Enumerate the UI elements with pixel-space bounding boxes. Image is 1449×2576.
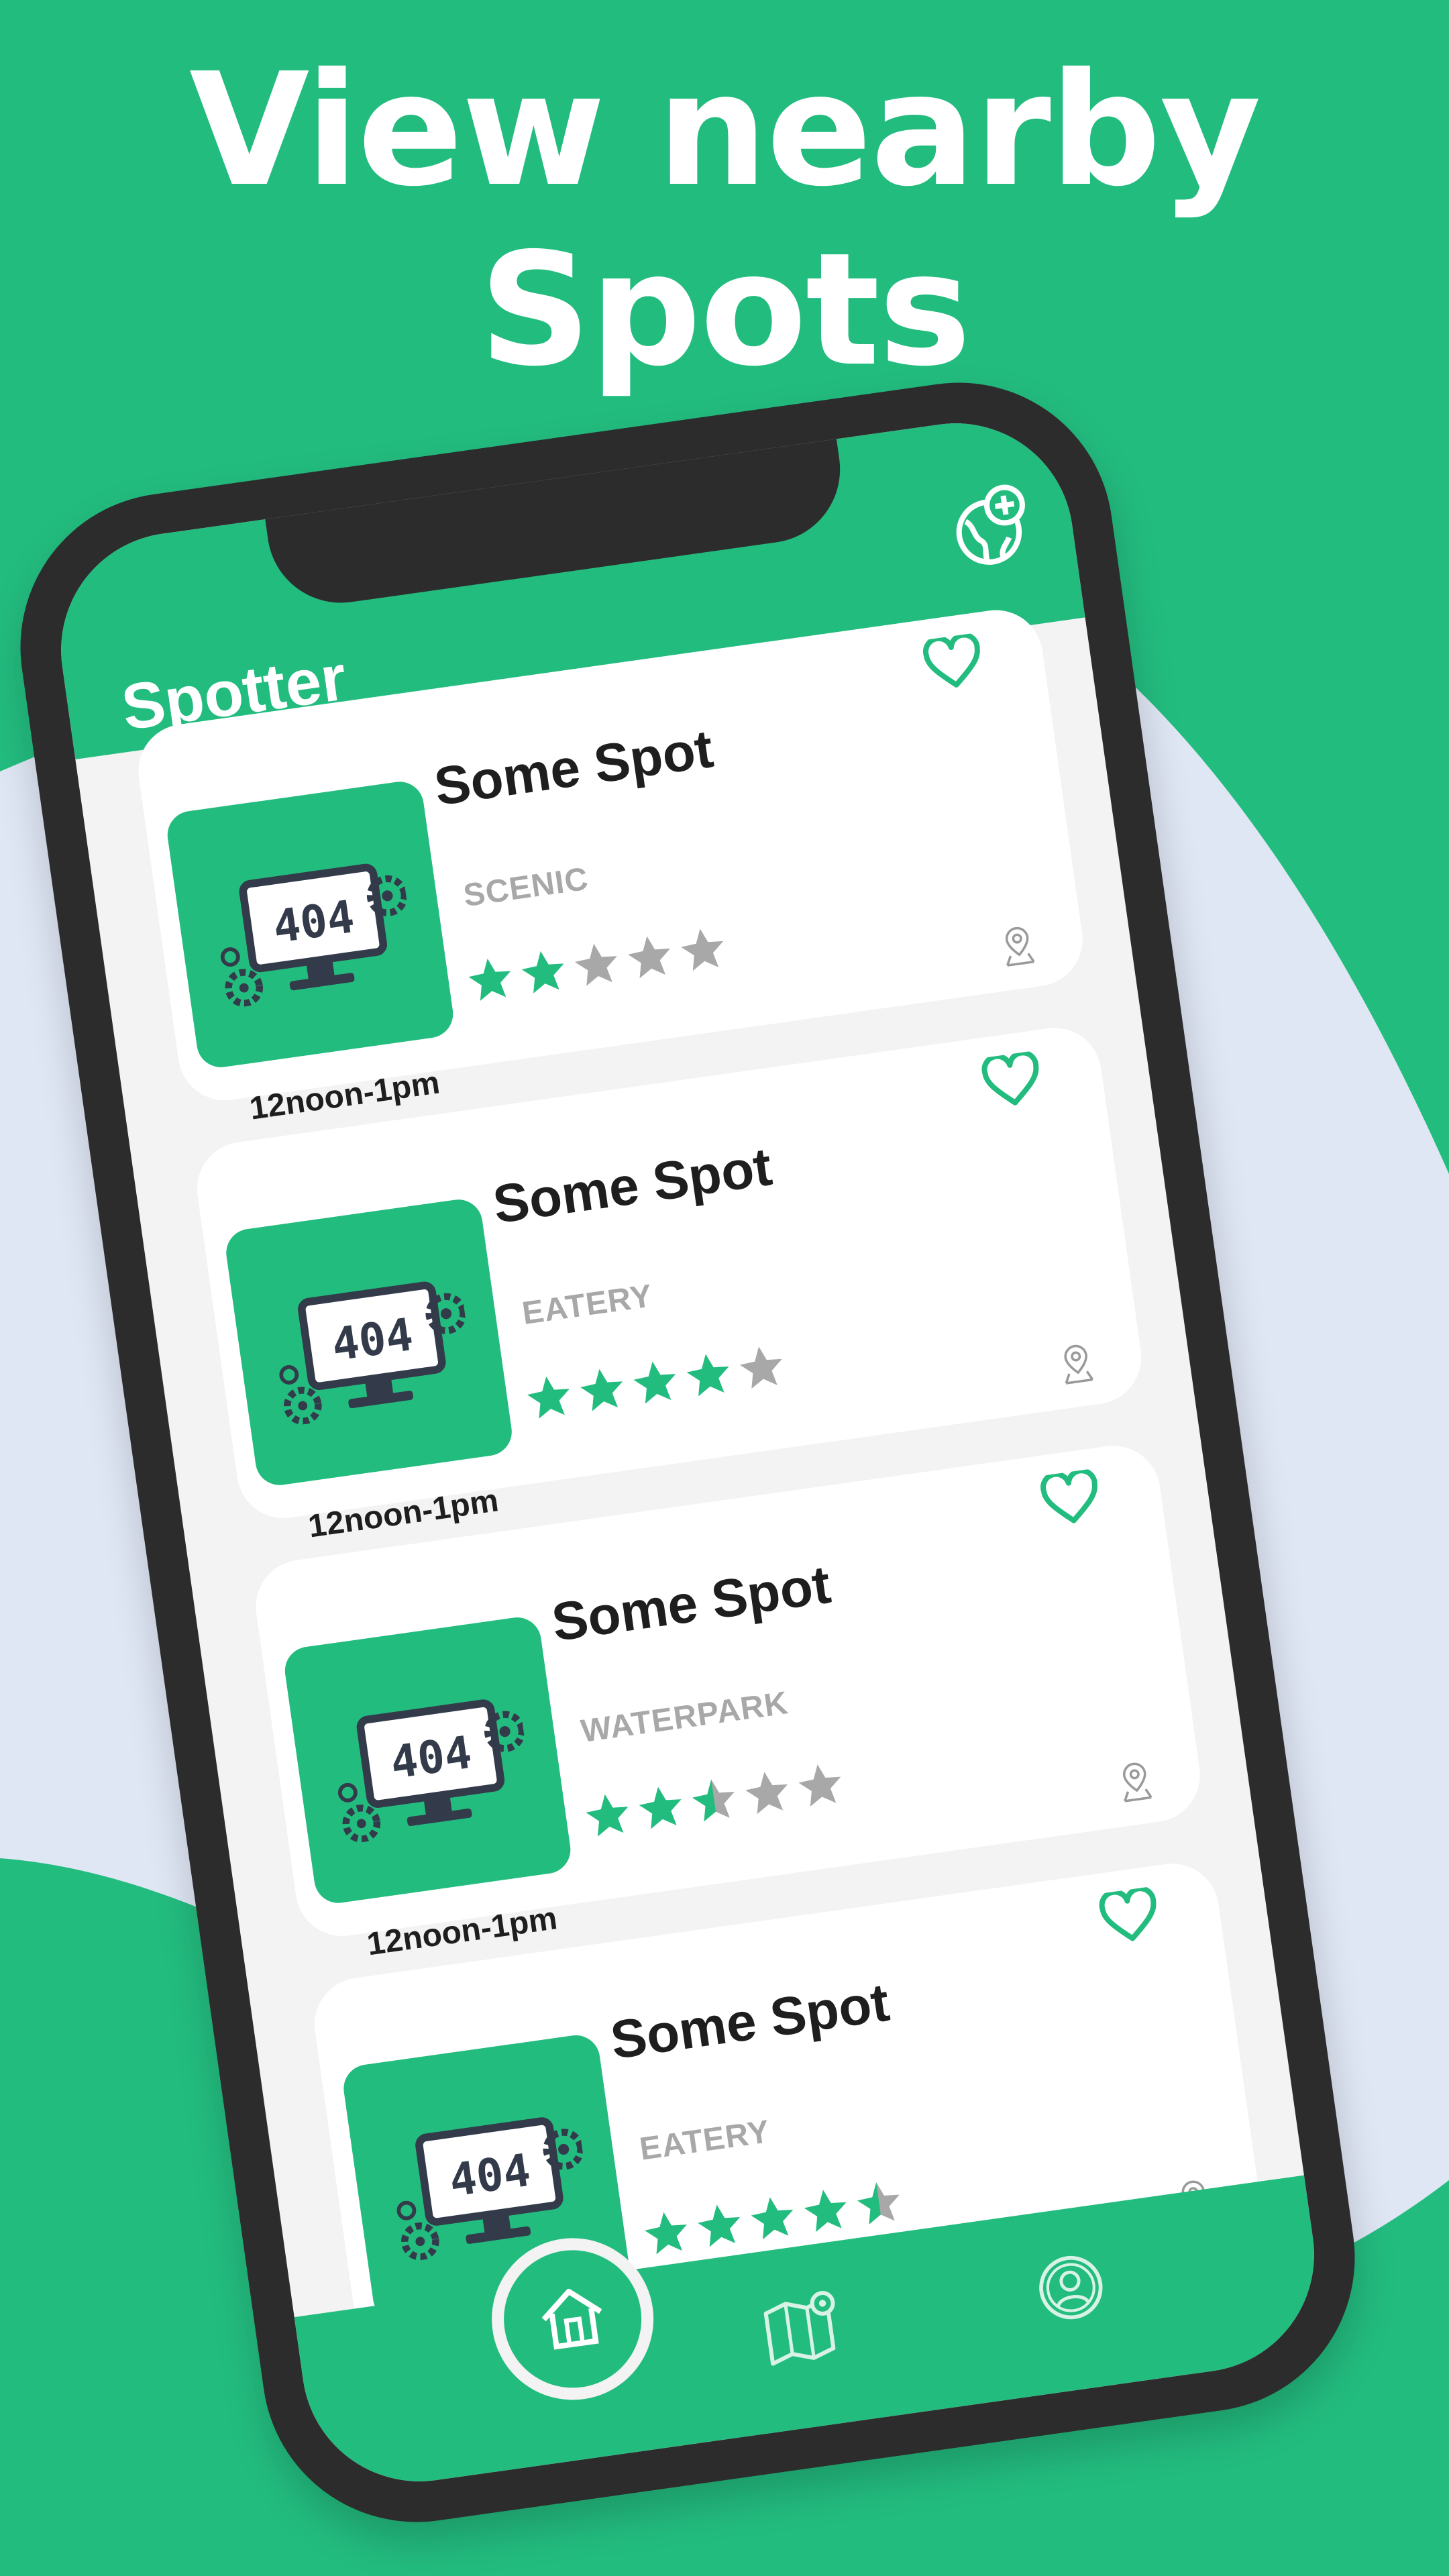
star-icon — [628, 936, 670, 979]
spot-name: Some Spot — [489, 1136, 775, 1235]
spot-category: EATERY — [637, 2114, 773, 2167]
star-icon — [527, 1376, 570, 1419]
svg-text:404: 404 — [387, 1726, 475, 1789]
spot-category: SCENIC — [461, 861, 591, 914]
star-icon — [580, 1368, 623, 1411]
headline-line-1: View nearby — [189, 40, 1261, 221]
spot-name: Some Spot — [548, 1554, 835, 1653]
map-pin-icon[interactable] — [1056, 1341, 1097, 1387]
svg-text:404: 404 — [270, 890, 358, 953]
monitor-404-illustration: 404 — [279, 1281, 467, 1425]
spot-name: Some Spot — [431, 718, 717, 817]
star-icon — [804, 2190, 847, 2233]
star-rating — [462, 922, 731, 1012]
map-pin-icon[interactable] — [998, 923, 1039, 969]
heart-outline-icon[interactable] — [1097, 1886, 1163, 1947]
star-icon — [681, 928, 724, 971]
phone-screen: Spotter 404 Some Spot SCENIC 12noon-1pm … — [46, 408, 1330, 2497]
star-icon — [692, 1779, 735, 1822]
star-icon — [639, 1786, 682, 1829]
star-icon — [686, 1354, 729, 1397]
heart-outline-icon[interactable] — [920, 632, 986, 694]
star-icon — [468, 958, 511, 1001]
heart-outline-icon[interactable] — [979, 1050, 1045, 1112]
spot-thumbnail: 404 — [282, 1614, 574, 1907]
spot-category: WATERPARK — [578, 1685, 791, 1750]
star-rating — [580, 1758, 849, 1847]
svg-text:404: 404 — [446, 2144, 534, 2207]
monitor-404-illustration: 404 — [220, 863, 409, 1007]
map-icon[interactable] — [759, 2285, 849, 2369]
headline-line-2: Spots — [479, 219, 971, 400]
star-icon — [574, 943, 617, 986]
svg-text:404: 404 — [329, 1308, 417, 1371]
star-icon — [698, 2204, 741, 2247]
star-icon — [745, 1772, 788, 1815]
star-rating — [521, 1340, 790, 1430]
star-icon — [645, 2212, 687, 2255]
map-pin-icon[interactable] — [1115, 1758, 1157, 1805]
star-icon — [751, 2197, 794, 2240]
spot-list[interactable]: 404 Some Spot SCENIC 12noon-1pm 404 Some… — [132, 604, 1271, 2428]
home-icon — [541, 2288, 602, 2350]
profile-icon[interactable] — [1031, 2248, 1111, 2328]
spot-category: EATERY — [520, 1278, 655, 1332]
spot-thumbnail: 404 — [164, 778, 456, 1071]
star-icon — [798, 1764, 841, 1807]
spot-thumbnail: 404 — [223, 1196, 515, 1489]
star-icon — [739, 1346, 782, 1389]
spot-name: Some Spot — [606, 1972, 893, 2070]
star-icon — [857, 2182, 900, 2224]
star-icon — [521, 951, 564, 994]
star-icon — [586, 1794, 629, 1837]
add-location-globe-icon[interactable] — [942, 480, 1040, 578]
headline: View nearby Spots — [0, 40, 1449, 400]
star-icon — [633, 1361, 676, 1404]
monitor-404-illustration: 404 — [337, 1699, 526, 1843]
heart-outline-icon[interactable] — [1038, 1468, 1104, 1529]
